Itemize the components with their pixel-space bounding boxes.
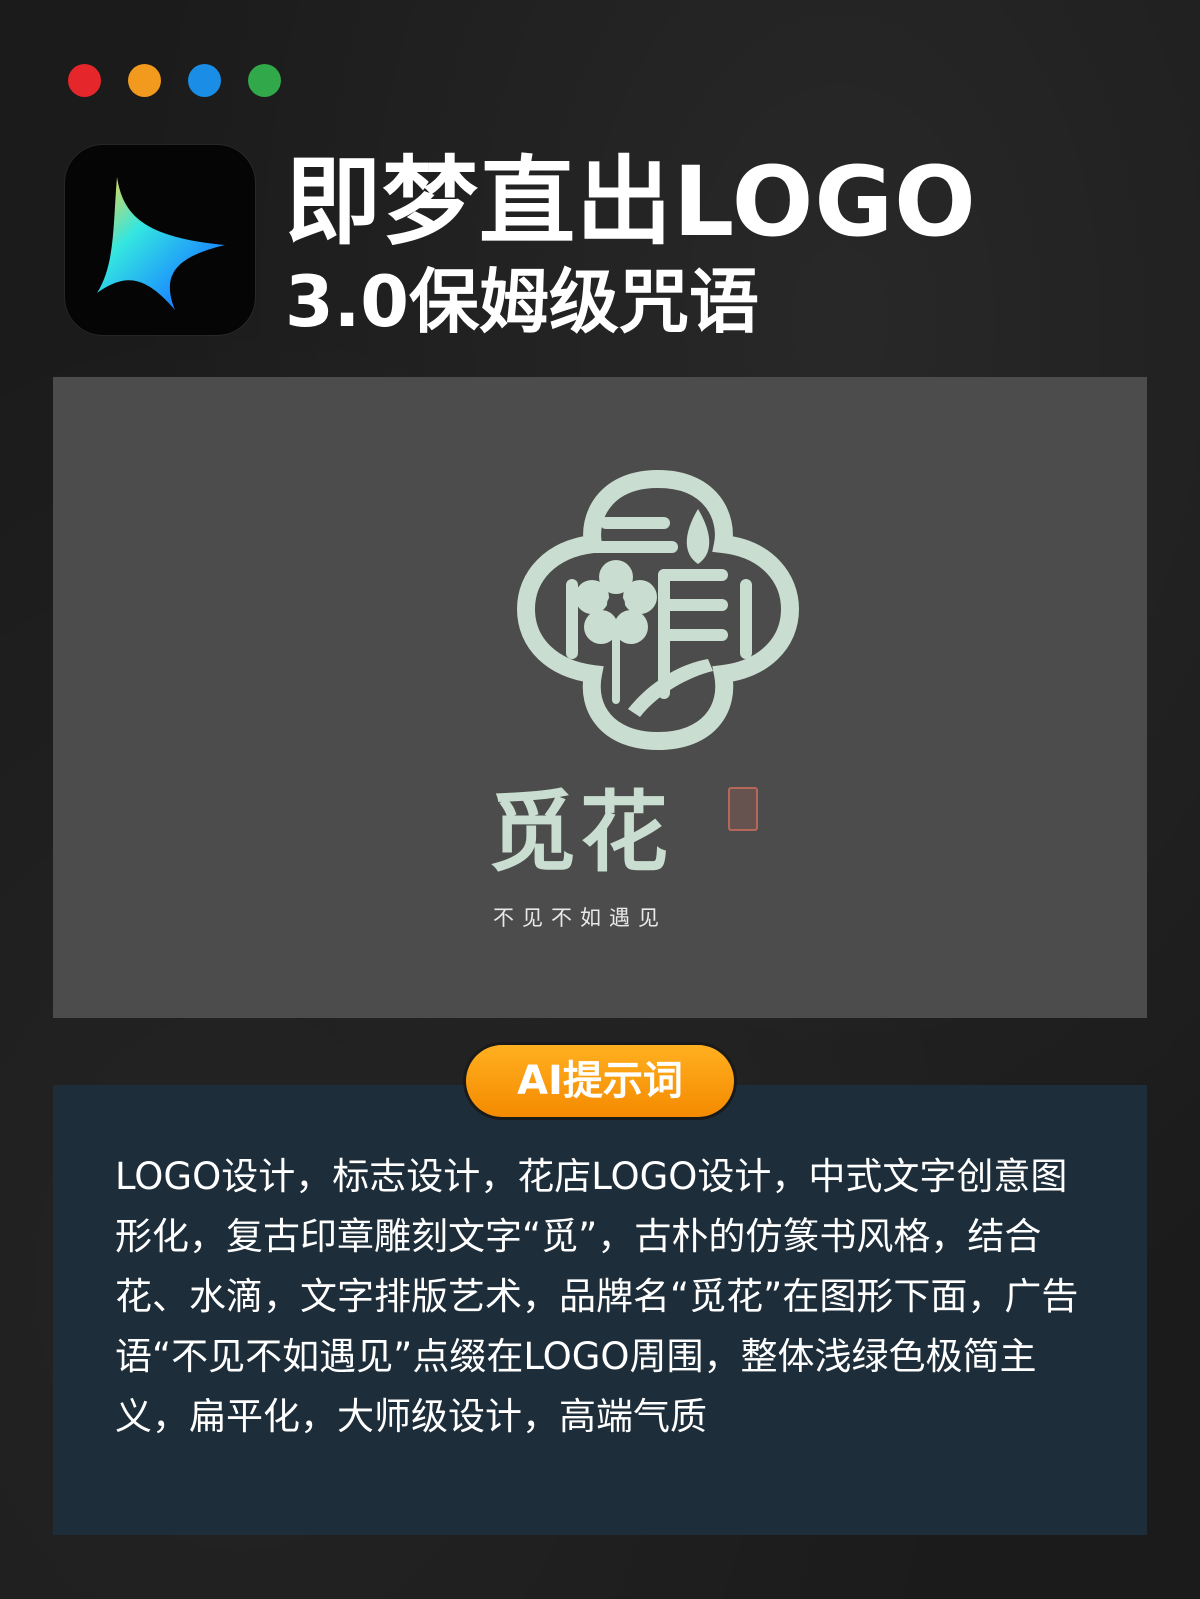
logo-preview: 觅花 不见不如遇见 bbox=[53, 377, 1147, 1018]
window-dots bbox=[68, 64, 281, 97]
prompt-panel: LOGO设计，标志设计，花店LOGO设计，中式文字创意图形化，复古印章雕刻文字“… bbox=[53, 1085, 1147, 1535]
red-seal-stamp-icon bbox=[728, 787, 758, 831]
orange-dot-icon bbox=[128, 64, 161, 97]
page-title: 即梦直出LOGO bbox=[285, 146, 977, 258]
prompt-text: LOGO设计，标志设计，花店LOGO设计，中式文字创意图形化，复古印章雕刻文字“… bbox=[115, 1155, 1079, 1438]
blue-dot-icon bbox=[188, 64, 221, 97]
jimeng-app-icon bbox=[65, 145, 255, 335]
page-subtitle: 3.0保姆级咒语 bbox=[285, 261, 760, 343]
brand-slogan: 不见不如遇见 bbox=[493, 906, 667, 930]
red-dot-icon bbox=[68, 64, 101, 97]
ai-prompt-badge: AI提示词 bbox=[466, 1045, 734, 1117]
brand-name: 觅花 bbox=[487, 780, 672, 884]
green-dot-icon bbox=[248, 64, 281, 97]
flower-seal-emblem-icon bbox=[516, 469, 800, 751]
